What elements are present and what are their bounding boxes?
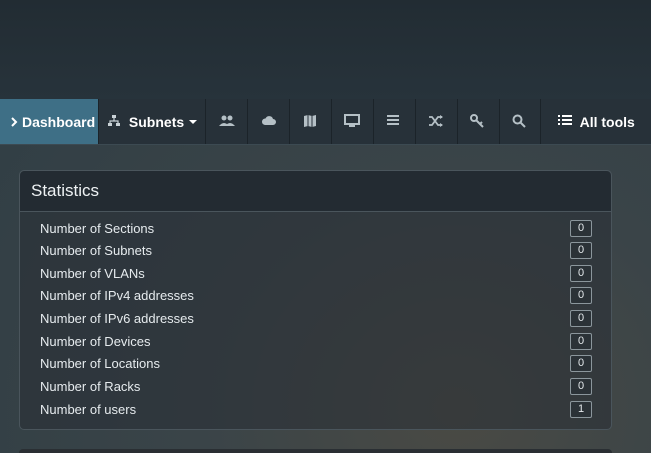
stat-count-badge: 0 [570,309,592,327]
stat-row: Number of Sections 0 [40,218,592,238]
stat-label: Number of Racks [40,378,141,394]
stat-label: Number of IPv4 addresses [40,287,194,303]
stat-label: Number of IPv6 addresses [40,310,194,326]
next-panel-edge [19,449,612,453]
menu-dashboard-label: Dashboard [22,113,96,130]
stat-label: Number of Devices [40,333,151,349]
stat-row: Number of Locations 0 [40,353,592,373]
menu-search[interactable] [500,99,542,144]
list-icon [557,114,574,130]
menu-cloud[interactable] [248,99,291,144]
menu-shuffle[interactable] [416,99,458,144]
stat-row: Number of Subnets 0 [40,240,592,260]
stat-row: Number of IPv4 addresses 0 [40,285,592,305]
stat-count-badge: 0 [570,241,592,259]
statistics-panel: Statistics Number of Sections 0 Number o… [19,170,612,430]
stat-row: Number of VLANs 0 [40,263,592,283]
stat-row: Number of IPv6 addresses 0 [40,308,592,328]
menu-list[interactable] [374,99,416,144]
map-icon [303,114,319,130]
caret-down-icon [189,119,198,124]
header-area [0,0,651,99]
stat-row: Number of Racks 0 [40,376,592,396]
menu-subnets-label: Subnets [128,113,185,130]
stat-row: Number of users 1 [40,399,592,419]
search-icon [512,114,528,130]
stat-label: Number of Subnets [40,242,153,258]
stat-count-badge: 0 [570,332,592,350]
stat-count-badge: 0 [570,286,592,304]
users-icon [218,114,235,130]
list-icon [386,114,402,130]
stat-row: Number of Devices 0 [40,331,592,351]
menu-keys[interactable] [458,99,500,144]
chevron-right-icon [10,114,18,130]
menu-dashboard[interactable]: Dashboard [0,99,99,144]
stat-count-badge: 0 [570,264,592,282]
menu-subnets[interactable]: Subnets [99,99,207,144]
menu-users[interactable] [206,99,249,144]
stat-label: Number of users [40,401,137,417]
stat-count-badge: 0 [570,354,592,372]
menu-all-tools[interactable]: All tools [541,99,651,144]
stat-label: Number of Locations [40,355,160,371]
stat-count-badge: 0 [570,377,592,395]
shuffle-icon [428,114,444,130]
monitor-icon [344,113,361,130]
main-menu: Dashboard Subnets All tools [0,99,651,145]
sitemap-icon [107,114,123,130]
stat-label: Number of VLANs [40,265,145,281]
panel-title: Statistics [20,171,611,212]
menu-map[interactable] [290,99,332,144]
stat-label: Number of Sections [40,220,155,236]
cloud-icon [261,114,277,130]
menu-devices[interactable] [332,99,374,144]
stat-count-badge: 1 [570,400,592,418]
stat-count-badge: 0 [570,219,592,237]
key-icon [470,113,486,130]
menu-all-tools-label: All tools [579,113,635,130]
